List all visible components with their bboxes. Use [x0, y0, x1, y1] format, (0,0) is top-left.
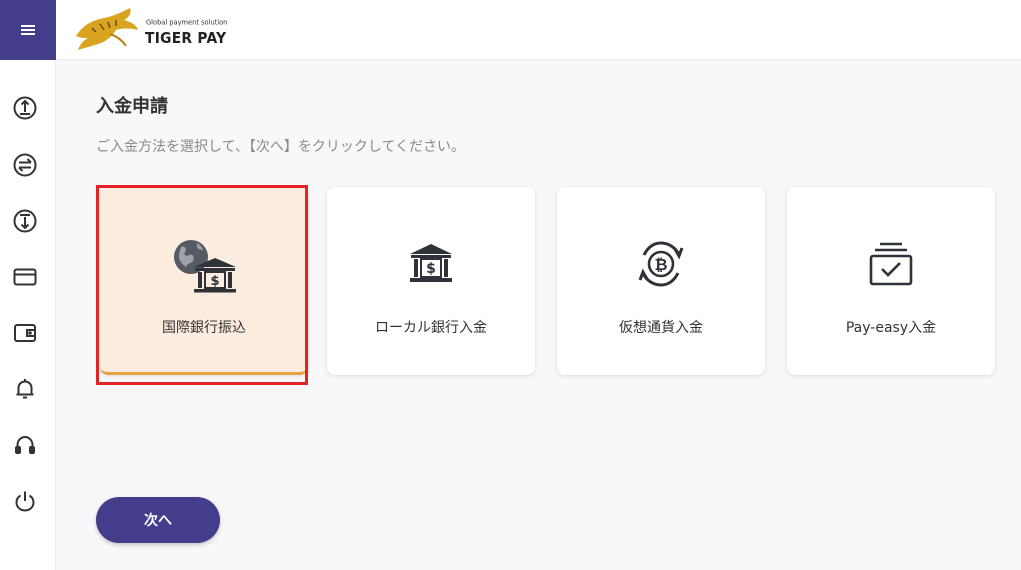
sidebar-item-support[interactable] — [10, 430, 40, 460]
method-card-label: 国際銀行振込 — [162, 320, 246, 336]
top-bar: Global payment solution TIGER PAY — [0, 0, 1021, 60]
next-button[interactable]: 次へ — [96, 497, 220, 543]
hamburger-icon — [21, 25, 35, 35]
method-card-label: 仮想通貨入金 — [619, 320, 703, 336]
svg-text:$: $ — [210, 274, 219, 289]
deposit-icon — [13, 96, 37, 120]
sidebar — [0, 60, 56, 570]
bitcoin-icon: ₿ — [638, 241, 684, 287]
method-card-crypto[interactable]: ₿ 仮想通貨入金 — [557, 187, 765, 375]
transfer-icon — [13, 153, 37, 177]
sidebar-item-notifications[interactable] — [10, 374, 40, 404]
sidebar-item-wallet[interactable] — [10, 318, 40, 348]
page-title: 入金申請 — [96, 96, 168, 117]
globe-bank-icon: $ — [174, 240, 236, 293]
method-card-icon: $ — [327, 235, 535, 293]
bank-icon: $ — [410, 244, 452, 282]
method-card-label: ローカル銀行入金 — [375, 320, 487, 336]
method-card-icon: $ — [100, 235, 308, 293]
bell-icon — [16, 379, 34, 399]
method-card-local-bank[interactable]: $ ローカル銀行入金 — [327, 187, 535, 375]
svg-text:₿: ₿ — [654, 255, 667, 274]
sidebar-item-deposit[interactable] — [10, 93, 40, 123]
method-card-international-bank[interactable]: $ 国際銀行振込 — [100, 187, 308, 375]
tiger-logo-icon — [76, 8, 138, 50]
method-card-pay-easy[interactable]: Pay-easy入金 — [787, 187, 995, 375]
sidebar-item-transfer[interactable] — [10, 150, 40, 180]
power-icon — [15, 491, 35, 512]
method-card-icon: ₿ — [557, 235, 765, 293]
brand-name: TIGER PAY — [145, 29, 227, 47]
wallet-icon — [14, 324, 36, 342]
main-content: 入金申請 ご入金方法を選択して、【次へ】をクリックしてください。 $ 国際銀行振… — [56, 60, 1021, 570]
svg-text:$: $ — [426, 261, 436, 277]
menu-button[interactable] — [0, 0, 56, 60]
method-card-label: Pay-easy入金 — [845, 320, 937, 336]
brand-tagline: Global payment solution — [146, 19, 228, 27]
brand-logo[interactable]: Global payment solution TIGER PAY — [70, 6, 230, 56]
page-subtitle: ご入金方法を選択して、【次へ】をクリックしてください。 — [96, 139, 466, 155]
method-card-icon — [787, 235, 995, 293]
inbox-check-icon — [869, 242, 913, 286]
withdraw-icon — [13, 209, 37, 233]
sidebar-item-card[interactable] — [10, 262, 40, 292]
card-icon — [13, 268, 37, 286]
headset-icon — [15, 435, 35, 454]
sidebar-item-withdraw[interactable] — [10, 206, 40, 236]
sidebar-item-logout[interactable] — [10, 486, 40, 516]
